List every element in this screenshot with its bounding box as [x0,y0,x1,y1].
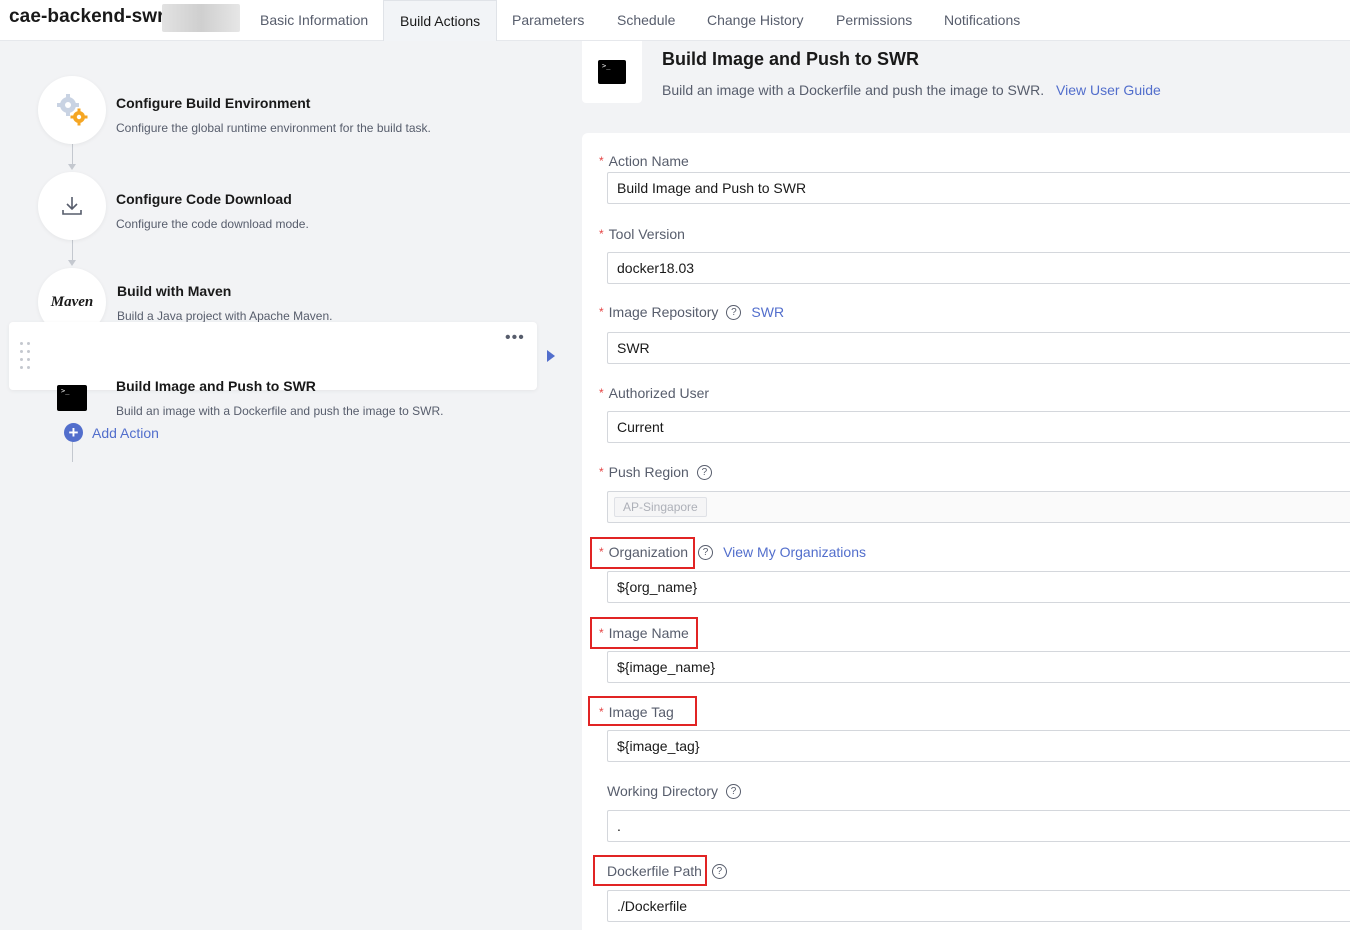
tab-notifications[interactable]: Notifications [944,0,1020,41]
action-name-label: * Action Name [599,153,689,169]
required-mark: * [599,305,604,319]
top-bar: cae-backend-swr Basic Information Build … [0,0,1350,41]
region-tag: AP-Singapore [614,497,707,517]
step-desc: Configure the global runtime environment… [116,121,431,135]
step-configure-code-download-icon[interactable] [38,172,106,240]
step-connector-arrow [68,164,76,170]
working-directory-label: Working Directory ? [607,783,741,799]
required-mark: * [599,227,604,241]
image-repository-label: * Image Repository ? SWR [599,304,785,320]
required-mark: * [599,386,604,400]
detail-icon-box [582,41,642,103]
tool-version-select[interactable]: docker18.03 [607,252,1350,284]
help-icon[interactable]: ? [698,544,714,560]
tab-basic-information[interactable]: Basic Information [260,0,368,41]
tab-build-actions[interactable]: Build Actions [383,0,498,41]
drag-handle-icon[interactable] [20,342,32,370]
gears-icon [57,94,88,126]
step-desc: Configure the code download mode. [116,217,309,231]
highlight-box [593,855,707,886]
step-configure-build-environment-icon[interactable] [38,76,106,144]
add-action-label: Add Action [92,424,159,441]
active-step-pointer-icon [547,350,555,362]
step-connector [72,240,73,262]
step-connector-arrow [68,260,76,266]
tab-change-history[interactable]: Change History [707,0,804,41]
maven-logo: Maven [50,293,94,310]
app-title: cae-backend-swr [9,6,165,27]
step-title[interactable]: Build Image and Push to SWR [116,378,316,394]
working-directory-input[interactable]: . [607,810,1350,842]
download-icon [62,197,82,215]
highlight-box [590,617,698,649]
swr-link[interactable]: SWR [751,304,784,320]
help-icon[interactable]: ? [711,863,727,879]
highlight-box [590,537,695,569]
tab-schedule[interactable]: Schedule [617,0,675,41]
terminal-icon [57,385,87,411]
dockerfile-path-input[interactable]: ./Dockerfile [607,890,1350,922]
step-desc: Build an image with a Dockerfile and pus… [116,404,444,418]
image-tag-input[interactable]: ${image_tag} [607,730,1350,762]
step-title[interactable]: Configure Code Download [116,191,292,207]
step-desc: Build a Java project with Apache Maven. [117,309,333,323]
help-icon[interactable]: ? [696,464,712,480]
step-build-image-icon [57,385,87,411]
push-region-label: * Push Region ? [599,464,712,480]
required-mark: * [599,465,604,479]
step-title[interactable]: Configure Build Environment [116,95,310,111]
required-mark: * [599,154,604,168]
detail-description: Build an image with a Dockerfile and pus… [662,82,1045,98]
tab-parameters[interactable]: Parameters [512,0,584,41]
push-region-select[interactable] [607,491,1350,523]
action-name-input[interactable]: Build Image and Push to SWR [607,172,1350,204]
view-my-organizations-link[interactable]: View My Organizations [723,544,866,560]
organization-input[interactable]: ${org_name} [607,571,1350,603]
highlight-box [588,696,697,726]
help-icon[interactable]: ? [726,304,742,320]
tab-permissions[interactable]: Permissions [836,0,912,41]
redacted-title-suffix [162,4,240,32]
authorized-user-label: * Authorized User [599,385,710,401]
image-name-input[interactable]: ${image_name} [607,651,1350,683]
terminal-icon [598,60,626,84]
detail-title: Build Image and Push to SWR [662,49,920,69]
image-repository-select[interactable]: SWR [607,332,1350,364]
help-icon[interactable]: ? [726,783,741,799]
step-connector [72,144,73,166]
view-user-guide-link[interactable]: View User Guide [1056,82,1161,98]
add-action-button[interactable]: + Add Action [64,423,159,442]
authorized-user-select[interactable]: Current [607,411,1350,443]
tool-version-label: * Tool Version [599,226,685,242]
step-title[interactable]: Build with Maven [117,283,231,299]
plus-icon: + [64,423,83,442]
more-options-icon[interactable]: ••• [505,330,525,346]
